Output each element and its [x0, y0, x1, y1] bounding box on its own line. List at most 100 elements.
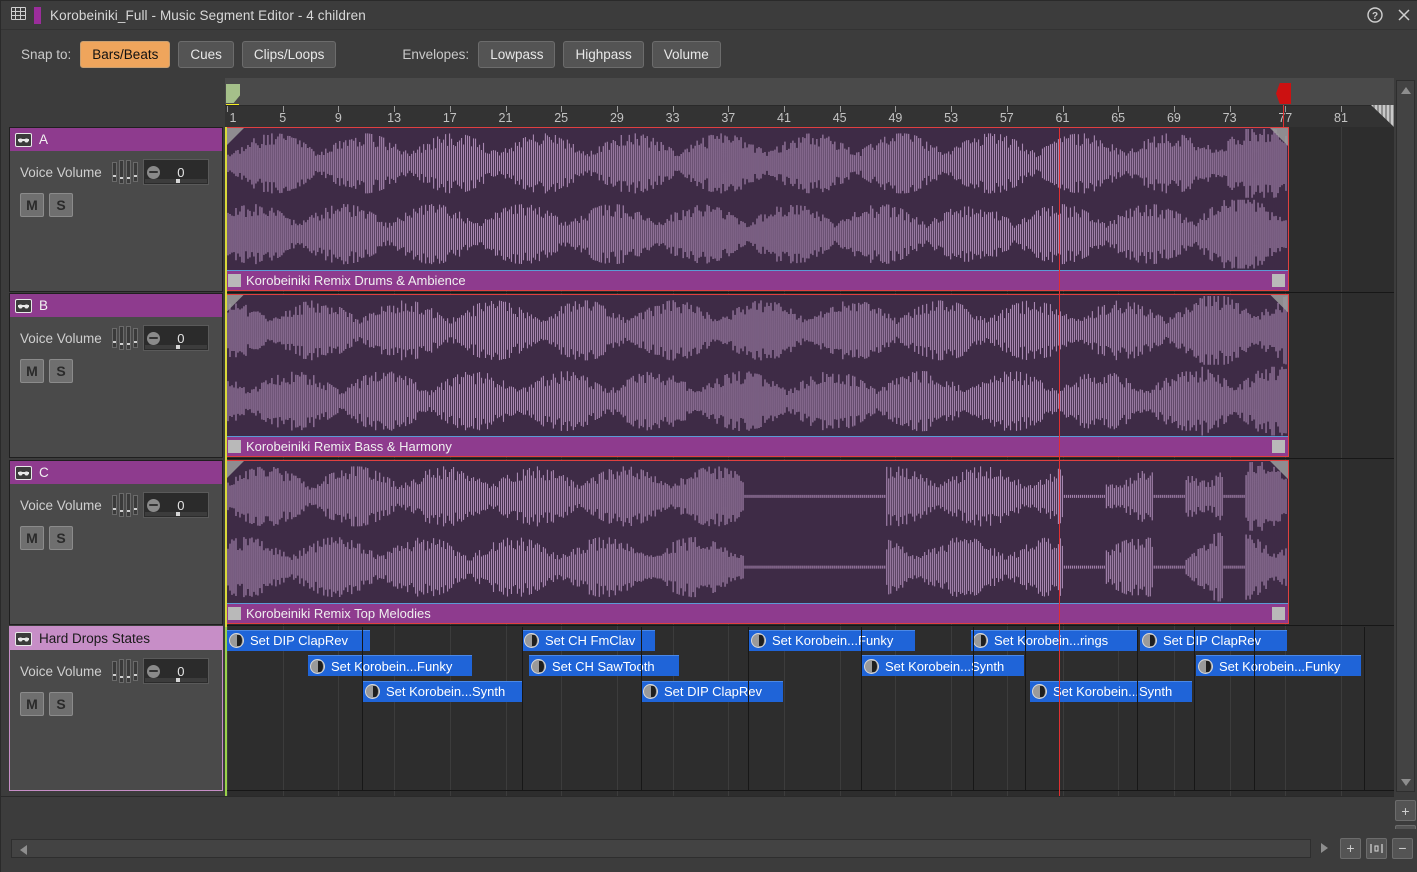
clip-right-handle[interactable] — [1272, 607, 1285, 620]
track-title-bar-c[interactable]: C — [10, 461, 222, 484]
volume-slider-track[interactable] — [145, 512, 207, 516]
voice-volume-row-hard-drops-states: Voice Volume 0 — [20, 658, 214, 684]
track-header-c[interactable]: C Voice Volume 0 — [9, 460, 223, 625]
scroll-right-arrow-icon[interactable] — [1313, 837, 1335, 859]
knob-icon[interactable] — [147, 665, 160, 678]
event-group-divider — [748, 627, 749, 792]
event-chip[interactable]: Set Korobein...rings — [971, 630, 1137, 651]
audio-clip[interactable]: Korobeiniki Remix Bass & Harmony — [225, 294, 1289, 458]
voice-volume-row-a: Voice Volume 0 — [20, 159, 214, 185]
track-expand-icon[interactable] — [15, 133, 32, 147]
event-group-divider — [861, 627, 862, 792]
clip-label-bar[interactable]: Korobeiniki Remix Bass & Harmony — [226, 436, 1288, 456]
event-chip[interactable]: Set Korobein...Synth — [862, 655, 1024, 676]
voice-volume-value-hard-drops-states: 0 — [160, 664, 208, 679]
voice-volume-spinner-hard-drops-states[interactable]: 0 — [143, 658, 209, 684]
event-chip[interactable]: Set Korobein...Funky — [308, 655, 472, 676]
knob-icon[interactable] — [147, 499, 160, 512]
volume-slider-track[interactable] — [145, 678, 207, 682]
snap-clips-loops-button[interactable]: Clips/Loops — [242, 41, 337, 68]
ruler-marker-lane[interactable] — [225, 78, 1394, 105]
track-header-b[interactable]: B Voice Volume 0 — [9, 293, 223, 458]
voice-volume-spinner-a[interactable]: 0 — [143, 159, 209, 185]
clip-right-handle[interactable] — [1272, 440, 1285, 453]
mute-button-b[interactable]: M — [20, 359, 44, 383]
clip-label-bar[interactable]: Korobeiniki Remix Top Melodies — [226, 603, 1288, 623]
ruler-tick-label: 5 — [279, 111, 286, 125]
ruler-tick-label: 69 — [1167, 111, 1181, 125]
event-chip[interactable]: Set Korobein...Synth — [1030, 681, 1192, 702]
event-chip[interactable]: Set DIP ClapRev — [1140, 630, 1287, 651]
track-expand-icon[interactable] — [15, 466, 32, 480]
track-title-bar-a[interactable]: A — [10, 128, 222, 151]
scroll-down-arrow-icon[interactable] — [1397, 774, 1414, 791]
envelope-highpass-button[interactable]: Highpass — [563, 41, 643, 68]
ruler-bar-numbers: 1591317212529333741454953576165697377818 — [225, 105, 1394, 127]
event-group-divider — [1194, 627, 1195, 792]
voice-volume-value-b: 0 — [160, 331, 208, 346]
knob-icon[interactable] — [147, 166, 160, 179]
zoom-fit-horizontal-button[interactable] — [1366, 838, 1387, 859]
event-chip[interactable]: Set Korobein...Synth — [363, 681, 523, 702]
audio-clip[interactable]: Korobeiniki Remix Top Melodies — [225, 460, 1289, 624]
envelope-volume-button[interactable]: Volume — [652, 41, 721, 68]
event-chip[interactable]: Set Korobein...Funky — [1196, 655, 1361, 676]
event-chip-label: Set Korobein...Funky — [331, 659, 452, 674]
timeline-ruler[interactable]: 1591317212529333741454953576165697377818 — [225, 78, 1394, 127]
track-expand-icon[interactable] — [15, 299, 32, 313]
window-title: Korobeiniki_Full - Music Segment Editor … — [50, 8, 366, 23]
track-header-a[interactable]: A Voice Volume 0 — [9, 127, 223, 292]
scroll-up-arrow-icon[interactable] — [1397, 82, 1414, 99]
event-chip[interactable]: Set DIP ClapRev — [641, 681, 783, 702]
ruler-tick-label: 9 — [335, 111, 342, 125]
event-half-circle-icon — [864, 659, 879, 674]
event-chip[interactable]: Set DIP ClapRev — [227, 630, 370, 651]
close-icon[interactable] — [1389, 1, 1417, 30]
zoom-in-horizontal-button[interactable]: + — [1340, 838, 1361, 859]
clip-left-handle[interactable] — [228, 274, 241, 287]
mute-button-c[interactable]: M — [20, 526, 44, 550]
event-chip[interactable]: Set Korobein...Funky — [749, 630, 915, 651]
snap-cues-button[interactable]: Cues — [178, 41, 234, 68]
voice-volume-spinner-b[interactable]: 0 — [143, 325, 209, 351]
clip-left-handle[interactable] — [228, 607, 241, 620]
clip-left-handle[interactable] — [228, 440, 241, 453]
solo-button-b[interactable]: S — [49, 359, 73, 383]
vertical-scrollbar[interactable] — [1394, 78, 1417, 796]
volume-slider-track[interactable] — [145, 345, 207, 349]
zoom-in-vertical-button[interactable]: + — [1395, 800, 1416, 821]
track-title-bar-b[interactable]: B — [10, 294, 222, 317]
snap-bars-beats-button[interactable]: Bars/Beats — [80, 41, 170, 68]
track-header-hard-drops-states[interactable]: Hard Drops States Voice Volume — [9, 626, 223, 791]
knob-icon[interactable] — [147, 332, 160, 345]
event-group-divider — [1025, 627, 1026, 792]
solo-button-hard-drops-states[interactable]: S — [49, 692, 73, 716]
meter-bar — [119, 160, 124, 184]
horizontal-scroll-track[interactable] — [11, 839, 1311, 858]
envelope-lowpass-button[interactable]: Lowpass — [478, 41, 555, 68]
mute-button-hard-drops-states[interactable]: M — [20, 692, 44, 716]
lane-separator — [225, 458, 1394, 459]
event-chip[interactable]: Set CH FmClav — [522, 630, 655, 651]
clip-label-bar[interactable]: Korobeiniki Remix Drums & Ambience — [226, 270, 1288, 290]
mute-button-a[interactable]: M — [20, 193, 44, 217]
track-title-bar-hard-drops-states[interactable]: Hard Drops States — [10, 627, 222, 650]
solo-button-a[interactable]: S — [49, 193, 73, 217]
clip-label-text: Korobeiniki Remix Bass & Harmony — [246, 439, 452, 454]
audio-clip[interactable]: Korobeiniki Remix Drums & Ambience — [225, 127, 1289, 291]
zoom-out-horizontal-button[interactable]: − — [1392, 838, 1413, 859]
volume-slider-track[interactable] — [145, 179, 207, 183]
help-icon[interactable]: ? — [1360, 1, 1389, 30]
voice-volume-spinner-c[interactable]: 0 — [143, 492, 209, 518]
meter-bar — [112, 328, 117, 348]
ruler-tick-label: 57 — [1000, 111, 1014, 125]
clip-right-handle[interactable] — [1272, 274, 1285, 287]
vertical-scroll-track[interactable] — [1396, 80, 1415, 792]
timeline-lanes[interactable]: Korobeiniki Remix Drums & Ambience Korobe… — [225, 127, 1394, 796]
event-half-circle-icon — [531, 659, 546, 674]
event-chip[interactable]: Set CH SawTooth — [529, 655, 679, 676]
solo-button-c[interactable]: S — [49, 526, 73, 550]
track-body-b: Voice Volume 0 — [10, 317, 222, 457]
scroll-left-arrow-icon[interactable] — [15, 841, 32, 858]
track-expand-icon[interactable] — [15, 632, 32, 646]
